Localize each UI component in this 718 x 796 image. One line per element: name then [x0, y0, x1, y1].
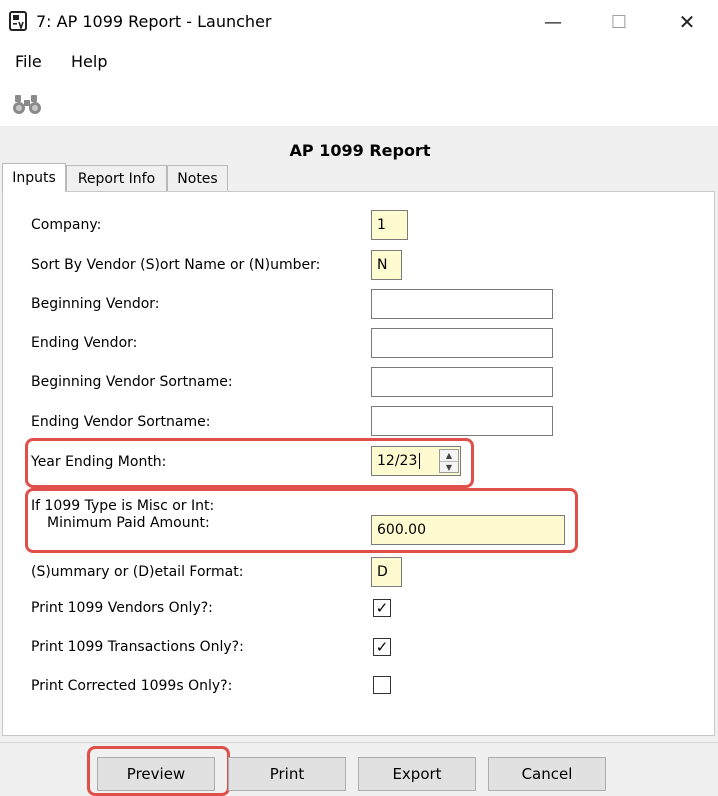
- company-field[interactable]: 1: [371, 210, 408, 240]
- sort-by-field[interactable]: N: [371, 250, 402, 280]
- print-1099-vendors-checkbox[interactable]: ✓: [373, 599, 391, 617]
- ending-vendor-field[interactable]: [371, 328, 553, 358]
- window-title: 7: AP 1099 Report - Launcher: [36, 12, 272, 31]
- menu-bar: [0, 50, 718, 78]
- year-ending-spinner[interactable]: ▲ ▼: [439, 449, 459, 473]
- sort-by-label: Sort By Vendor (S)ort Name or (N)umber:: [31, 257, 321, 273]
- ending-sortname-label: Ending Vendor Sortname:: [31, 414, 211, 430]
- company-label: Company:: [31, 217, 102, 233]
- menu-help[interactable]: Help: [71, 52, 107, 71]
- check-icon: ✓: [375, 637, 389, 656]
- check-icon: ✓: [375, 598, 389, 617]
- min-paid-label-line1: If 1099 Type is Misc or Int:: [31, 498, 215, 514]
- print-1099-transactions-label: Print 1099 Transactions Only?:: [31, 639, 244, 655]
- year-ending-label: Year Ending Month:: [31, 454, 167, 470]
- format-label: (S)ummary or (D)etail Format:: [31, 564, 244, 580]
- print-corrected-label: Print Corrected 1099s Only?:: [31, 678, 233, 694]
- minimize-button[interactable]: —: [530, 8, 576, 36]
- text-cursor: [419, 453, 421, 469]
- menu-file[interactable]: File: [15, 52, 42, 71]
- export-button[interactable]: Export: [358, 757, 476, 791]
- spin-up-icon[interactable]: ▲: [440, 450, 458, 462]
- beginning-sortname-label: Beginning Vendor Sortname:: [31, 374, 233, 390]
- preview-button[interactable]: Preview: [97, 757, 215, 791]
- button-bar-separator: [0, 742, 718, 743]
- minimize-icon: —: [544, 11, 562, 33]
- beginning-vendor-label: Beginning Vendor:: [31, 296, 160, 312]
- report-title: AP 1099 Report: [289, 141, 431, 160]
- min-paid-field[interactable]: 600.00: [371, 515, 565, 545]
- close-button[interactable]: ✕: [664, 8, 710, 36]
- print-corrected-checkbox[interactable]: [373, 676, 391, 694]
- format-field[interactable]: D: [371, 557, 402, 587]
- tab-report-info[interactable]: Report Info: [66, 165, 167, 192]
- tab-inputs[interactable]: Inputs: [2, 163, 66, 192]
- app-icon: [9, 11, 27, 31]
- binoculars-icon[interactable]: [12, 94, 42, 116]
- tab-notes[interactable]: Notes: [167, 165, 228, 192]
- ending-sortname-field[interactable]: [371, 406, 553, 436]
- maximize-icon: ☐: [610, 11, 628, 33]
- close-icon: ✕: [678, 10, 696, 34]
- cancel-button[interactable]: Cancel: [488, 757, 606, 791]
- print-1099-vendors-label: Print 1099 Vendors Only?:: [31, 600, 213, 616]
- print-button[interactable]: Print: [228, 757, 346, 791]
- print-1099-transactions-checkbox[interactable]: ✓: [373, 638, 391, 656]
- maximize-button[interactable]: ☐: [596, 8, 642, 36]
- spin-down-icon[interactable]: ▼: [440, 462, 458, 473]
- min-paid-label-line2: Minimum Paid Amount:: [47, 515, 210, 531]
- beginning-vendor-field[interactable]: [371, 289, 553, 319]
- beginning-sortname-field[interactable]: [371, 367, 553, 397]
- ending-vendor-label: Ending Vendor:: [31, 335, 138, 351]
